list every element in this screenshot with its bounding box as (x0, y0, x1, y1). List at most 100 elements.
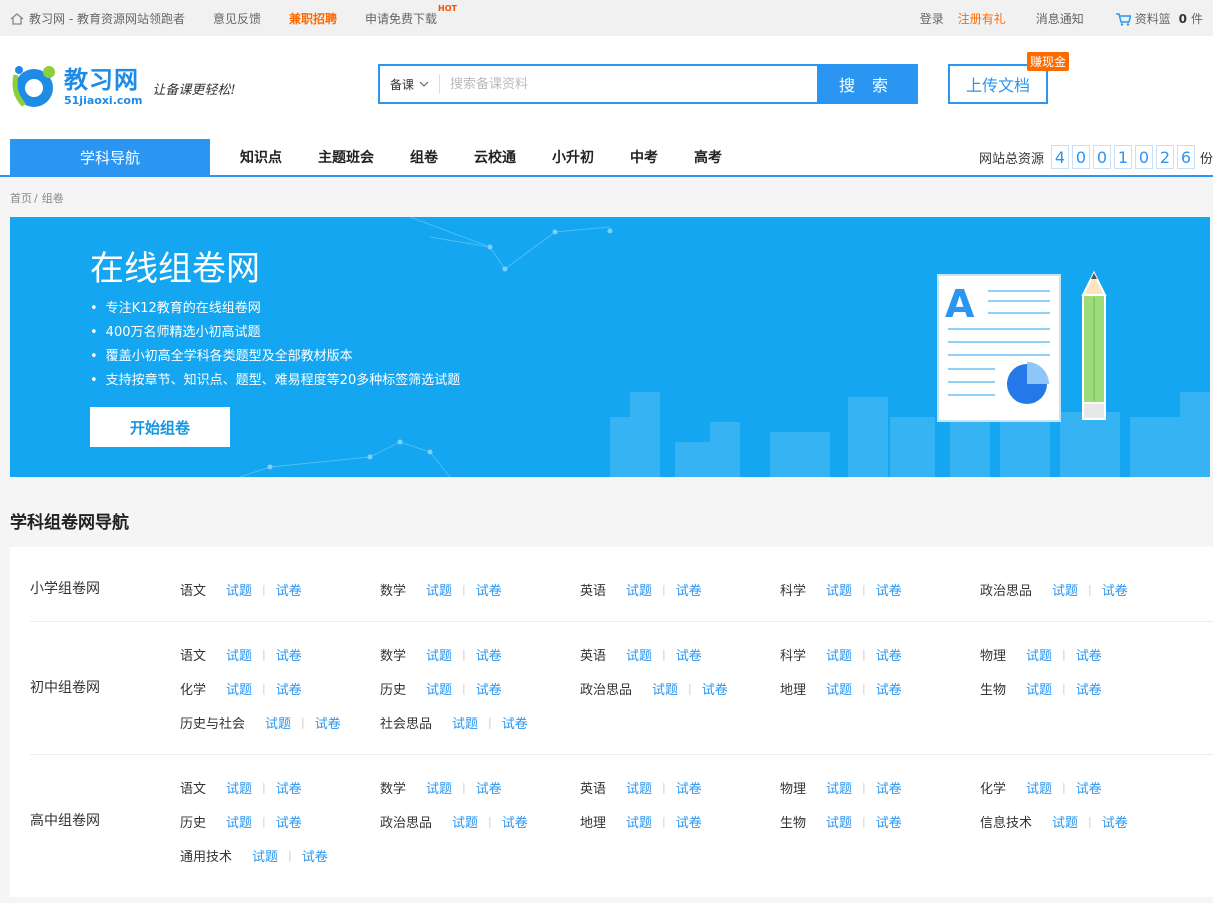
question-link[interactable]: 试题 (626, 580, 652, 599)
question-link[interactable]: 试题 (252, 846, 278, 865)
paper-link[interactable]: 试卷 (676, 580, 702, 599)
paper-link[interactable]: 试卷 (476, 645, 502, 664)
subject-name[interactable]: 语文 (180, 778, 206, 797)
paper-link[interactable]: 试卷 (1102, 580, 1128, 599)
nav-item-class-meeting[interactable]: 主题班会 (318, 147, 374, 167)
level-label[interactable]: 高中组卷网 (30, 810, 100, 830)
subject-name[interactable]: 科学 (780, 580, 806, 599)
question-link[interactable]: 试题 (426, 580, 452, 599)
subject-name[interactable]: 政治思品 (580, 679, 632, 698)
question-link[interactable]: 试题 (826, 778, 852, 797)
question-link[interactable]: 试题 (426, 679, 452, 698)
question-link[interactable]: 试题 (626, 778, 652, 797)
level-label[interactable]: 初中组卷网 (30, 677, 100, 697)
messages-link[interactable]: 消息通知 (1036, 10, 1084, 27)
question-link[interactable]: 试题 (626, 645, 652, 664)
question-link[interactable]: 试题 (226, 580, 252, 599)
subject-name[interactable]: 数学 (380, 778, 406, 797)
subject-name[interactable]: 政治思品 (380, 812, 432, 831)
subject-name[interactable]: 生物 (980, 679, 1006, 698)
subject-name[interactable]: 历史 (180, 812, 206, 831)
paper-link[interactable]: 试卷 (276, 778, 302, 797)
paper-link[interactable]: 试卷 (676, 812, 702, 831)
paper-link[interactable]: 试卷 (676, 645, 702, 664)
paper-link[interactable]: 试卷 (476, 679, 502, 698)
upload-button[interactable]: 上传文档 赚现金 (948, 52, 1069, 104)
breadcrumb-home[interactable]: 首页 (10, 190, 32, 206)
question-link[interactable]: 试题 (626, 812, 652, 831)
paper-link[interactable]: 试卷 (476, 580, 502, 599)
question-link[interactable]: 试题 (226, 679, 252, 698)
subject-name[interactable]: 化学 (980, 778, 1006, 797)
subject-name[interactable]: 历史与社会 (180, 713, 245, 732)
paper-link[interactable]: 试卷 (276, 580, 302, 599)
question-link[interactable]: 试题 (1026, 645, 1052, 664)
paper-link[interactable]: 试卷 (276, 812, 302, 831)
question-link[interactable]: 试题 (652, 679, 678, 698)
subject-name[interactable]: 语文 (180, 580, 206, 599)
subject-nav-button[interactable]: 学科导航 (10, 139, 210, 175)
question-link[interactable]: 试题 (452, 812, 478, 831)
question-link[interactable]: 试题 (426, 645, 452, 664)
paper-link[interactable]: 试卷 (276, 645, 302, 664)
subject-name[interactable]: 英语 (580, 778, 606, 797)
paper-link[interactable]: 试卷 (876, 645, 902, 664)
paper-link[interactable]: 试卷 (1076, 645, 1102, 664)
paper-link[interactable]: 试卷 (276, 679, 302, 698)
site-tagline-link[interactable]: 教习网 - 教育资源网站领跑者 (29, 12, 185, 26)
question-link[interactable]: 试题 (452, 713, 478, 732)
subject-name[interactable]: 地理 (780, 679, 806, 698)
paper-link[interactable]: 试卷 (476, 778, 502, 797)
nav-item-primary-to-middle[interactable]: 小升初 (552, 147, 594, 167)
subject-name[interactable]: 物理 (780, 778, 806, 797)
subject-name[interactable]: 科学 (780, 645, 806, 664)
subject-name[interactable]: 语文 (180, 645, 206, 664)
question-link[interactable]: 试题 (226, 645, 252, 664)
search-button[interactable]: 搜 索 (817, 66, 916, 102)
search-input[interactable] (440, 66, 817, 102)
subject-name[interactable]: 化学 (180, 679, 206, 698)
question-link[interactable]: 试题 (1052, 812, 1078, 831)
paper-link[interactable]: 试卷 (676, 778, 702, 797)
paper-link[interactable]: 试卷 (876, 812, 902, 831)
search-category-select[interactable]: 备课 (380, 74, 440, 94)
subject-name[interactable]: 物理 (980, 645, 1006, 664)
question-link[interactable]: 试题 (826, 580, 852, 599)
paper-link[interactable]: 试卷 (876, 580, 902, 599)
subject-name[interactable]: 历史 (380, 679, 406, 698)
site-home-link[interactable]: 教习网 - 教育资源网站领跑者 (10, 10, 185, 27)
register-link[interactable]: 注册有礼 (958, 10, 1006, 27)
subject-name[interactable]: 政治思品 (980, 580, 1032, 599)
nav-item-zhongkao[interactable]: 中考 (630, 147, 658, 167)
question-link[interactable]: 试题 (426, 778, 452, 797)
nav-item-cloud-school[interactable]: 云校通 (474, 147, 516, 167)
free-download-link[interactable]: 申请免费下载HOT (365, 4, 457, 27)
question-link[interactable]: 试题 (265, 713, 291, 732)
paper-link[interactable]: 试卷 (1102, 812, 1128, 831)
login-link[interactable]: 登录 (920, 10, 944, 27)
subject-name[interactable]: 地理 (580, 812, 606, 831)
question-link[interactable]: 试题 (226, 778, 252, 797)
basket-link[interactable]: 资料篮 0件 (1115, 10, 1203, 27)
paper-link[interactable]: 试卷 (702, 679, 728, 698)
question-link[interactable]: 试题 (1026, 778, 1052, 797)
question-link[interactable]: 试题 (826, 679, 852, 698)
paper-link[interactable]: 试卷 (876, 778, 902, 797)
subject-name[interactable]: 英语 (580, 645, 606, 664)
question-link[interactable]: 试题 (1052, 580, 1078, 599)
paper-link[interactable]: 试卷 (1076, 679, 1102, 698)
question-link[interactable]: 试题 (226, 812, 252, 831)
feedback-link[interactable]: 意见反馈 (213, 10, 261, 27)
subject-name[interactable]: 社会思品 (380, 713, 432, 732)
level-label[interactable]: 小学组卷网 (30, 578, 100, 598)
subject-name[interactable]: 数学 (380, 580, 406, 599)
subject-name[interactable]: 通用技术 (180, 846, 232, 865)
subject-name[interactable]: 生物 (780, 812, 806, 831)
nav-item-gaokao[interactable]: 高考 (694, 147, 722, 167)
paper-link[interactable]: 试卷 (502, 812, 528, 831)
nav-item-test-builder[interactable]: 组卷 (410, 147, 438, 167)
paper-link[interactable]: 试卷 (876, 679, 902, 698)
paper-link[interactable]: 试卷 (1076, 778, 1102, 797)
question-link[interactable]: 试题 (826, 645, 852, 664)
nav-item-knowledge[interactable]: 知识点 (240, 147, 282, 167)
